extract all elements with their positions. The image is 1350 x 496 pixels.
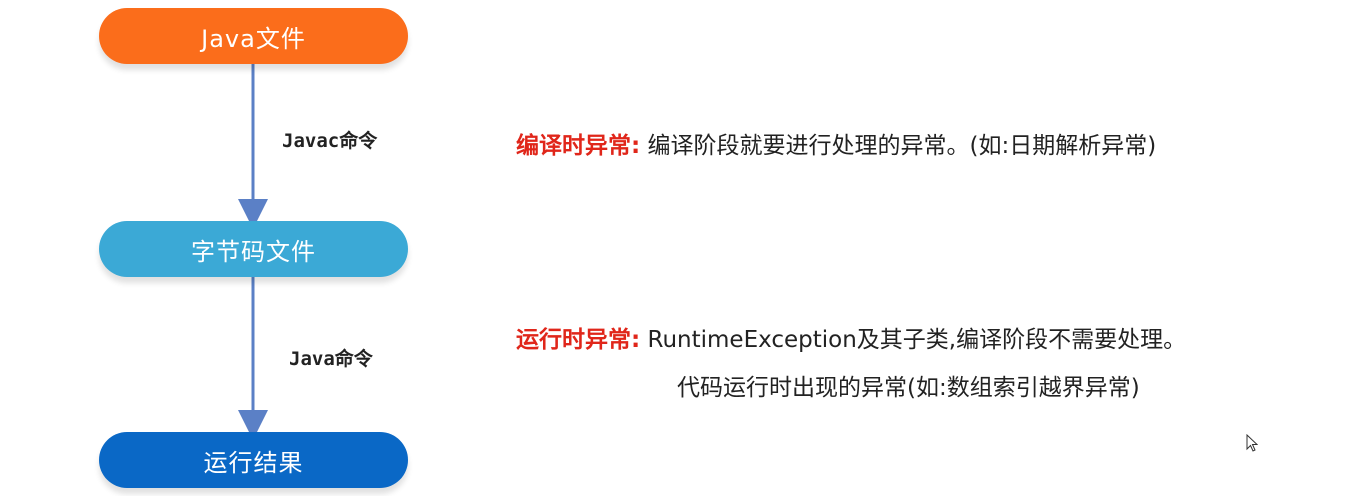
- runtime-exception-line1: RuntimeException及其子类,编译阶段不需要处理。: [647, 327, 1187, 353]
- edge-label-java: Java命令: [289, 348, 373, 370]
- runtime-exception-description: 运行时异常: RuntimeException及其子类,编译阶段不需要处理。: [516, 320, 1186, 354]
- node-java-file: Java文件: [99, 8, 408, 64]
- runtime-exception-line2: 代码运行时出现的异常(如:数组索引越界异常): [677, 375, 1140, 401]
- node-run-result: 运行结果: [99, 432, 408, 488]
- checked-exception-description: 编译时异常: 编译阶段就要进行处理的异常。(如:日期解析异常): [516, 126, 1156, 160]
- edge-label-javac: Javac命令: [282, 130, 378, 152]
- node-bytecode-file: 字节码文件: [99, 221, 408, 277]
- checked-exception-term: 编译时异常:: [516, 133, 641, 159]
- checked-exception-text: 编译阶段就要进行处理的异常。(如:日期解析异常): [647, 133, 1157, 159]
- mouse-pointer-icon: [1246, 434, 1258, 452]
- runtime-exception-term: 运行时异常:: [516, 327, 641, 353]
